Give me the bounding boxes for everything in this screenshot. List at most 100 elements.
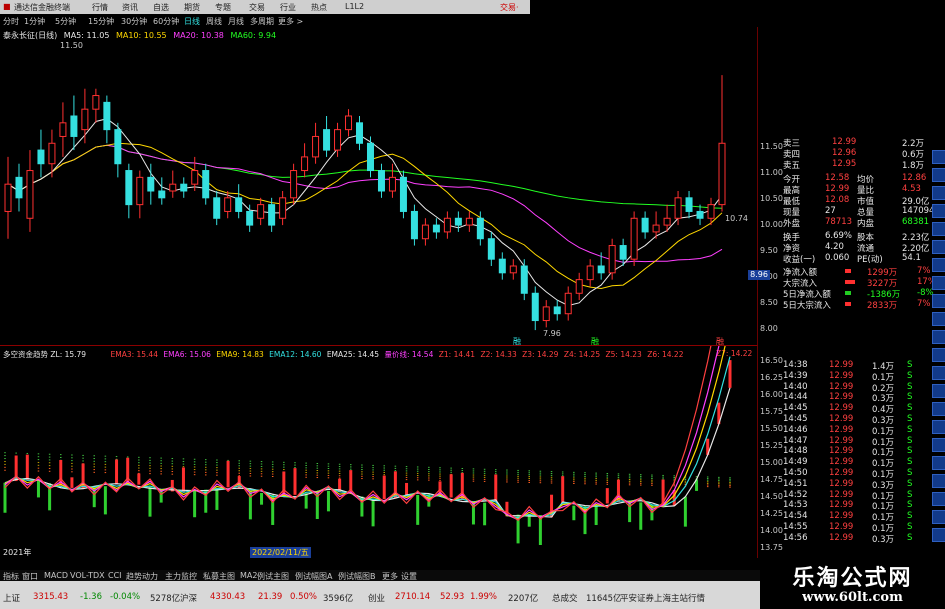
toolbar-icon[interactable]	[932, 402, 945, 416]
stat-row-cell: 4.53	[902, 184, 921, 194]
menu-item[interactable]: 专题	[215, 2, 231, 13]
stat-row-cell: 12.99	[825, 184, 850, 194]
toolbar-icon[interactable]	[932, 294, 945, 308]
toolbar-icon[interactable]	[932, 420, 945, 434]
tab-item[interactable]: MA2	[240, 571, 257, 580]
stat-row-cell: 54.1	[902, 253, 921, 263]
status-item: 21.39	[258, 592, 283, 602]
toolbar-icon[interactable]	[932, 348, 945, 362]
menu-item[interactable]: 交易	[249, 2, 265, 13]
indicator-chart[interactable]	[0, 346, 757, 558]
menu-item[interactable]: 热点	[311, 2, 327, 13]
toolbar-icon[interactable]	[932, 384, 945, 398]
toolbar-icon[interactable]	[932, 150, 945, 164]
app-logo-icon: ■	[3, 2, 11, 11]
tab-item[interactable]: VOL-TDX	[70, 571, 105, 580]
candle-body	[103, 101, 111, 131]
status-item: -1.36	[80, 592, 102, 602]
candle-body	[432, 224, 440, 233]
toolbar-icon[interactable]	[932, 312, 945, 326]
period-more[interactable]: 更多 >	[278, 16, 303, 27]
toolbar-icon[interactable]	[932, 366, 945, 380]
period-tab[interactable]: 15分钟	[88, 16, 114, 27]
period-tab[interactable]: 1分钟	[24, 16, 45, 27]
menu-item[interactable]: L1L2	[345, 2, 364, 11]
stat-row-cell: 27	[825, 206, 836, 216]
candle-body	[421, 224, 429, 240]
tick-row-cell: 14:52	[783, 489, 808, 500]
candle-body	[586, 265, 594, 281]
tick-row-cell: S	[907, 381, 913, 392]
menu-item[interactable]: 资讯	[122, 2, 138, 13]
candle-body	[388, 176, 396, 192]
stat-row-cell: 外盘	[783, 219, 801, 229]
tab-item[interactable]: MACD	[44, 571, 68, 580]
stat-row-cell: 68381	[902, 217, 930, 227]
menu-item[interactable]: 自选	[153, 2, 169, 13]
toolbar-icon[interactable]	[932, 330, 945, 344]
tick-row-cell: 14:45	[783, 414, 808, 424]
period-tab[interactable]: 月线	[228, 16, 244, 27]
flow-row: 5日净流入额 -1386万 -8%	[757, 288, 945, 300]
stat-row: 最低 12.08 市值 29.0亿	[757, 195, 945, 207]
tick-row-cell: 14:53	[783, 500, 808, 511]
tick-row-cell: S	[907, 403, 913, 414]
toolbar-icon[interactable]	[932, 510, 945, 524]
menu-item[interactable]: 期货	[184, 2, 200, 13]
period-tab[interactable]: 分时	[3, 16, 19, 27]
tick-row-cell: 12.99	[829, 468, 854, 478]
trade-menu[interactable]: 交易·	[500, 2, 519, 13]
tick-row-cell: 14:56	[783, 532, 808, 543]
tick-row-cell: 14:51	[783, 478, 808, 489]
toolbar-icon[interactable]	[932, 258, 945, 272]
tab-item[interactable]: CCI	[108, 571, 122, 580]
tick-row-cell: 12.99	[829, 414, 854, 424]
flow-row-cell: 7%	[917, 299, 931, 309]
candle-body	[553, 306, 561, 315]
period-tab[interactable]: 5分钟	[55, 16, 76, 27]
quote-panel: 卖三 12.99 2.2万 卖四 12.96 0.6万 卖五 12.95 1.8万 今开 12.58…	[757, 27, 945, 557]
period-tab[interactable]: 60分钟	[153, 16, 179, 27]
tick-row-cell: 12.99	[829, 424, 854, 435]
tick-row-cell: S	[907, 532, 913, 543]
toolbar-icon[interactable]	[932, 186, 945, 200]
flow-row-cell: 2833万	[867, 301, 898, 311]
kline-panel[interactable]: 泰永长征(日线) MA5: 11.05 MA10: 10.55 MA20: 10…	[0, 27, 758, 346]
toolbar-icon[interactable]	[932, 456, 945, 470]
toolbar-icon[interactable]	[932, 222, 945, 236]
kline-chart[interactable]	[0, 27, 757, 345]
candle-body	[685, 197, 693, 212]
tick-row-cell: 14:40	[783, 381, 808, 392]
period-tab[interactable]: 周线	[206, 16, 222, 27]
period-tab-active[interactable]: 日线	[184, 16, 200, 27]
toolbar-icon[interactable]	[932, 438, 945, 452]
tick-row-cell: S	[907, 370, 913, 381]
toolbar-icon[interactable]	[932, 492, 945, 506]
menu-item[interactable]: 行业	[280, 2, 296, 13]
candle-body	[498, 258, 506, 274]
toolbar-icon[interactable]	[932, 528, 945, 542]
toolbar-icon[interactable]	[932, 474, 945, 488]
toolbar-icon[interactable]	[932, 168, 945, 182]
tick-row-cell: S	[907, 489, 913, 500]
tick-row-cell: 12.99	[829, 381, 854, 392]
stat-row: 收益(一) 0.060 PE(动) 54.1	[757, 253, 945, 265]
flow-bar	[845, 291, 851, 295]
period-tab[interactable]: 多周期	[250, 16, 274, 27]
tick-row: 14:45 12.99 0.4万 S	[757, 403, 945, 415]
period-tab[interactable]: 30分钟	[121, 16, 147, 27]
stat-row-cell: 6.69%	[825, 231, 853, 241]
indicator-panel[interactable]: 多空资金趋势 ZL: 15.79 EMA3: 15.44 EMA6: 15.06…	[0, 345, 758, 558]
flow-bar	[845, 280, 855, 284]
toolbar-icon[interactable]	[932, 204, 945, 218]
flow-bar	[845, 269, 851, 273]
toolbar-icon[interactable]	[932, 276, 945, 290]
tick-row-cell: 12.99	[829, 500, 854, 511]
date-mark: 2021年	[3, 548, 32, 557]
toolbar-icon[interactable]	[932, 240, 945, 254]
menu-item[interactable]: 行情	[92, 2, 108, 13]
status-item: 11645亿	[586, 594, 622, 604]
candle-body	[476, 217, 484, 240]
tick-row: 14:48 12.99 0.1万 S	[757, 446, 945, 458]
tick-row-cell: S	[907, 500, 913, 511]
